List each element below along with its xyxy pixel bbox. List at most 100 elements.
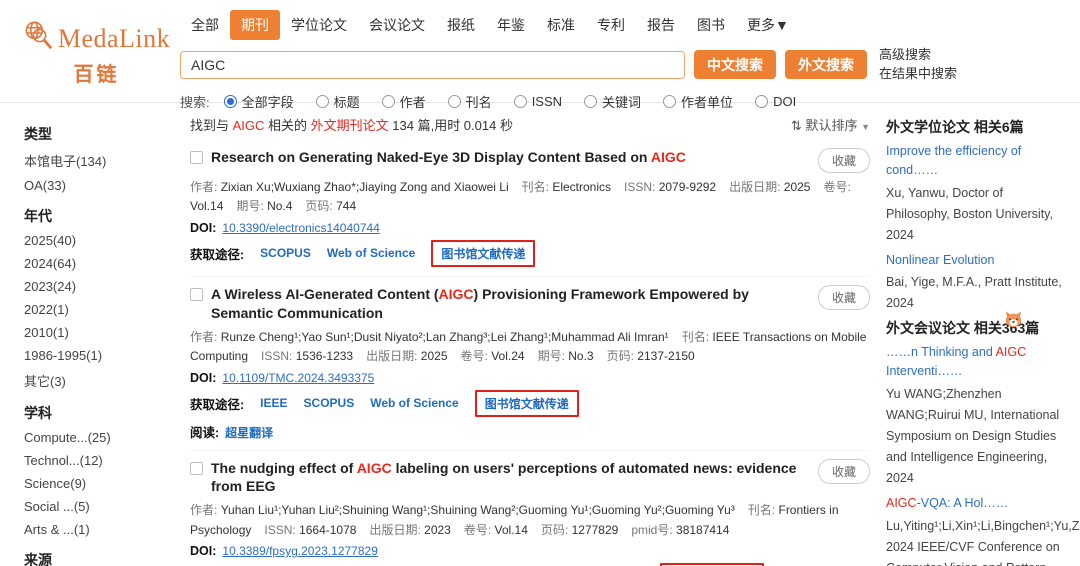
access-link-web-of-science[interactable]: Web of Science (327, 246, 415, 260)
category-tabs: 全部 期刊 学位论文 会议论文 报纸 年鉴 标准 专利 报告 图书 更多▼ (180, 10, 957, 40)
search-area: 全部 期刊 学位论文 会议论文 报纸 年鉴 标准 专利 报告 图书 更多▼ 中文… (180, 10, 957, 111)
tab-journal[interactable]: 期刊 (230, 10, 280, 40)
radio-icon (584, 94, 598, 108)
header: MedaLink 百链 全部 期刊 学位论文 会议论文 报纸 年鉴 标准 专利 … (0, 0, 1080, 110)
tab-standard[interactable]: 标准 (536, 10, 586, 40)
doi-label: DOI: (190, 220, 217, 235)
radio-author[interactable]: 作者 (381, 92, 426, 111)
result-meta: 作者: Yuhan Liu¹;Yuhan Liu²;Shuining Wang¹… (190, 503, 839, 537)
globe-search-icon (23, 20, 57, 57)
tab-thesis[interactable]: 学位论文 (280, 10, 358, 40)
radio-icon (315, 94, 329, 108)
doi-link[interactable]: 10.3390/electronics14040744 (222, 221, 379, 235)
sidebar-item-science[interactable]: Science(9) (24, 472, 170, 495)
filter-sidebar: 类型 本馆电子(134) OA(33) 年代 2025(40) 2024(64)… (0, 103, 170, 566)
sidebar-item-2022[interactable]: 2022(1) (24, 298, 170, 321)
sidebar-item-2024[interactable]: 2024(64) (24, 252, 170, 275)
document-delivery-highlight-box: 图书馆文献传递 (431, 239, 536, 267)
access-link-ieee[interactable]: IEEE (260, 396, 287, 410)
related-meta: Bai, Yige, M.F.A., Pratt Institute, 2024 (886, 275, 1062, 311)
radio-issn[interactable]: ISSN (513, 94, 562, 109)
related-meta: Lu,Yiting¹;Li,Xin¹;Li,Bingchen¹;Yu,Zihao… (886, 518, 1080, 566)
sidebar-item-oa[interactable]: OA(33) (24, 174, 170, 197)
related-meta: Xu, Yanwu, Doctor of Philosophy, Boston … (886, 185, 1053, 242)
favorite-button[interactable]: 收藏 (817, 284, 870, 310)
radio-selected-icon (223, 94, 237, 108)
results-list: 找到与 AIGC 相关的 外文期刊论文 134 篇,用时 0.014 秒 ⇅ 默… (170, 103, 884, 566)
radio-icon (663, 94, 677, 108)
sidebar-item-social[interactable]: Social ...(5) (24, 495, 170, 518)
radio-journal-name[interactable]: 刊名 (447, 92, 492, 111)
search-keyword: AIGC (232, 118, 265, 133)
tab-more[interactable]: 更多▼ (736, 10, 800, 40)
sidebar-item-2023[interactable]: 2023(24) (24, 275, 170, 298)
result-item: A Wireless AI-Generated Content (AIGC) P… (190, 277, 870, 451)
sidebar-item-arts[interactable]: Arts & ...(1) (24, 518, 170, 541)
radio-doi[interactable]: DOI (755, 94, 796, 109)
tab-report[interactable]: 报告 (636, 10, 686, 40)
sidebar-item-1986-1995[interactable]: 1986-1995(1) (24, 344, 170, 367)
access-link-scopus[interactable]: SCOPUS (304, 396, 355, 410)
result-meta: 作者: Zixian Xu;Wuxiang Zhao*;Jiaying Zong… (190, 180, 851, 214)
read-label: 阅读: (190, 425, 220, 440)
search-input[interactable] (180, 50, 685, 79)
logo-name: MedaLink (57, 23, 171, 53)
related-link[interactable]: Nonlinear Evolution (886, 251, 1064, 270)
related-meta: Yu WANG;Zhenzhen WANG;Ruirui MU, Interna… (886, 386, 1060, 485)
radio-keyword[interactable]: 关键词 (584, 92, 641, 111)
tab-all[interactable]: 全部 (180, 10, 230, 40)
result-checkbox[interactable] (190, 461, 203, 475)
doi-link[interactable]: 10.3389/fpsyg.2023.1277829 (222, 544, 377, 558)
sort-control[interactable]: ⇅ 默认排序 ▼ (791, 115, 870, 134)
favorite-button[interactable]: 收藏 (817, 458, 870, 484)
facet-type-heading: 类型 (24, 126, 52, 142)
sidebar-item-other-years[interactable]: 其它(3) (24, 367, 170, 394)
facet-subject-heading: 学科 (24, 405, 52, 421)
sidebar-item-2025[interactable]: 2025(40) (24, 229, 170, 252)
sidebar-item-technology[interactable]: Technol...(12) (24, 449, 170, 472)
result-checkbox[interactable] (190, 151, 203, 164)
favorite-button[interactable]: 收藏 (817, 148, 870, 173)
doi-label: DOI: (190, 544, 217, 559)
result-item: The nudging effect of AIGC labeling on u… (190, 451, 870, 566)
doi-link[interactable]: 10.1109/TMC.2024.3493375 (222, 371, 374, 385)
search-in-results-link[interactable]: 在结果中搜索 (879, 65, 957, 84)
chaoxing-translate-link[interactable]: 超星翻译 (225, 426, 273, 440)
result-item: Research on Generating Naked-Eye 3D Disp… (190, 140, 870, 277)
related-link[interactable]: ……n Thinking and AIGC Interventi…… (886, 343, 1064, 381)
access-link-library-delivery[interactable]: 图书馆文献传递 (441, 247, 525, 261)
access-label: 获取途径: (190, 247, 245, 262)
foreign-search-button[interactable]: 外文搜索 (785, 50, 867, 80)
doi-label: DOI: (190, 370, 217, 385)
chinese-search-button[interactable]: 中文搜索 (694, 50, 776, 80)
access-link-library-delivery[interactable]: 图书馆文献传递 (485, 397, 569, 411)
radio-all-fields[interactable]: 全部字段 (223, 92, 294, 111)
advanced-search-link[interactable]: 高级搜索 (879, 46, 957, 65)
tab-yearbook[interactable]: 年鉴 (486, 10, 536, 40)
sidebar-item-library-electronic[interactable]: 本馆电子(134) (24, 147, 170, 174)
result-type: 外文期刊论文 (310, 118, 389, 133)
access-link-web-of-science[interactable]: Web of Science (370, 396, 458, 410)
tab-patent[interactable]: 专利 (586, 10, 636, 40)
radio-title[interactable]: 标题 (315, 92, 360, 111)
site-logo[interactable]: MedaLink 百链 (23, 20, 171, 87)
result-checkbox[interactable] (190, 287, 203, 301)
radio-icon (755, 94, 769, 108)
result-title-link[interactable]: Research on Generating Naked-Eye 3D Disp… (211, 148, 818, 167)
related-panel: 外文学位论文 相关6篇 Improve the efficiency of co… (884, 103, 1080, 566)
search-field-options: 搜索: 全部字段 标题 作者 刊名 ISSN 关键词 作者单位 DOI (180, 92, 957, 111)
tab-newspaper[interactable]: 报纸 (436, 10, 486, 40)
result-title-link[interactable]: A Wireless AI-Generated Content (AIGC) P… (211, 285, 818, 323)
result-title-link[interactable]: The nudging effect of AIGC labeling on u… (211, 459, 818, 497)
sidebar-item-computer[interactable]: Compute...(25) (24, 426, 170, 449)
facet-source-heading: 来源 (24, 552, 52, 566)
tab-book[interactable]: 图书 (686, 10, 736, 40)
tab-conference[interactable]: 会议论文 (358, 10, 436, 40)
result-meta: 作者: Runze Cheng¹;Yao Sun¹;Dusit Niyato²;… (190, 329, 867, 364)
radio-author-affiliation[interactable]: 作者单位 (663, 92, 733, 111)
access-link-scopus[interactable]: SCOPUS (260, 246, 311, 260)
related-link[interactable]: AIGC-VQA: A Hol…… (886, 494, 1064, 513)
related-link[interactable]: Improve the efficiency of cond…… (886, 142, 1064, 180)
radio-icon (513, 94, 527, 108)
sidebar-item-2010[interactable]: 2010(1) (24, 321, 170, 344)
